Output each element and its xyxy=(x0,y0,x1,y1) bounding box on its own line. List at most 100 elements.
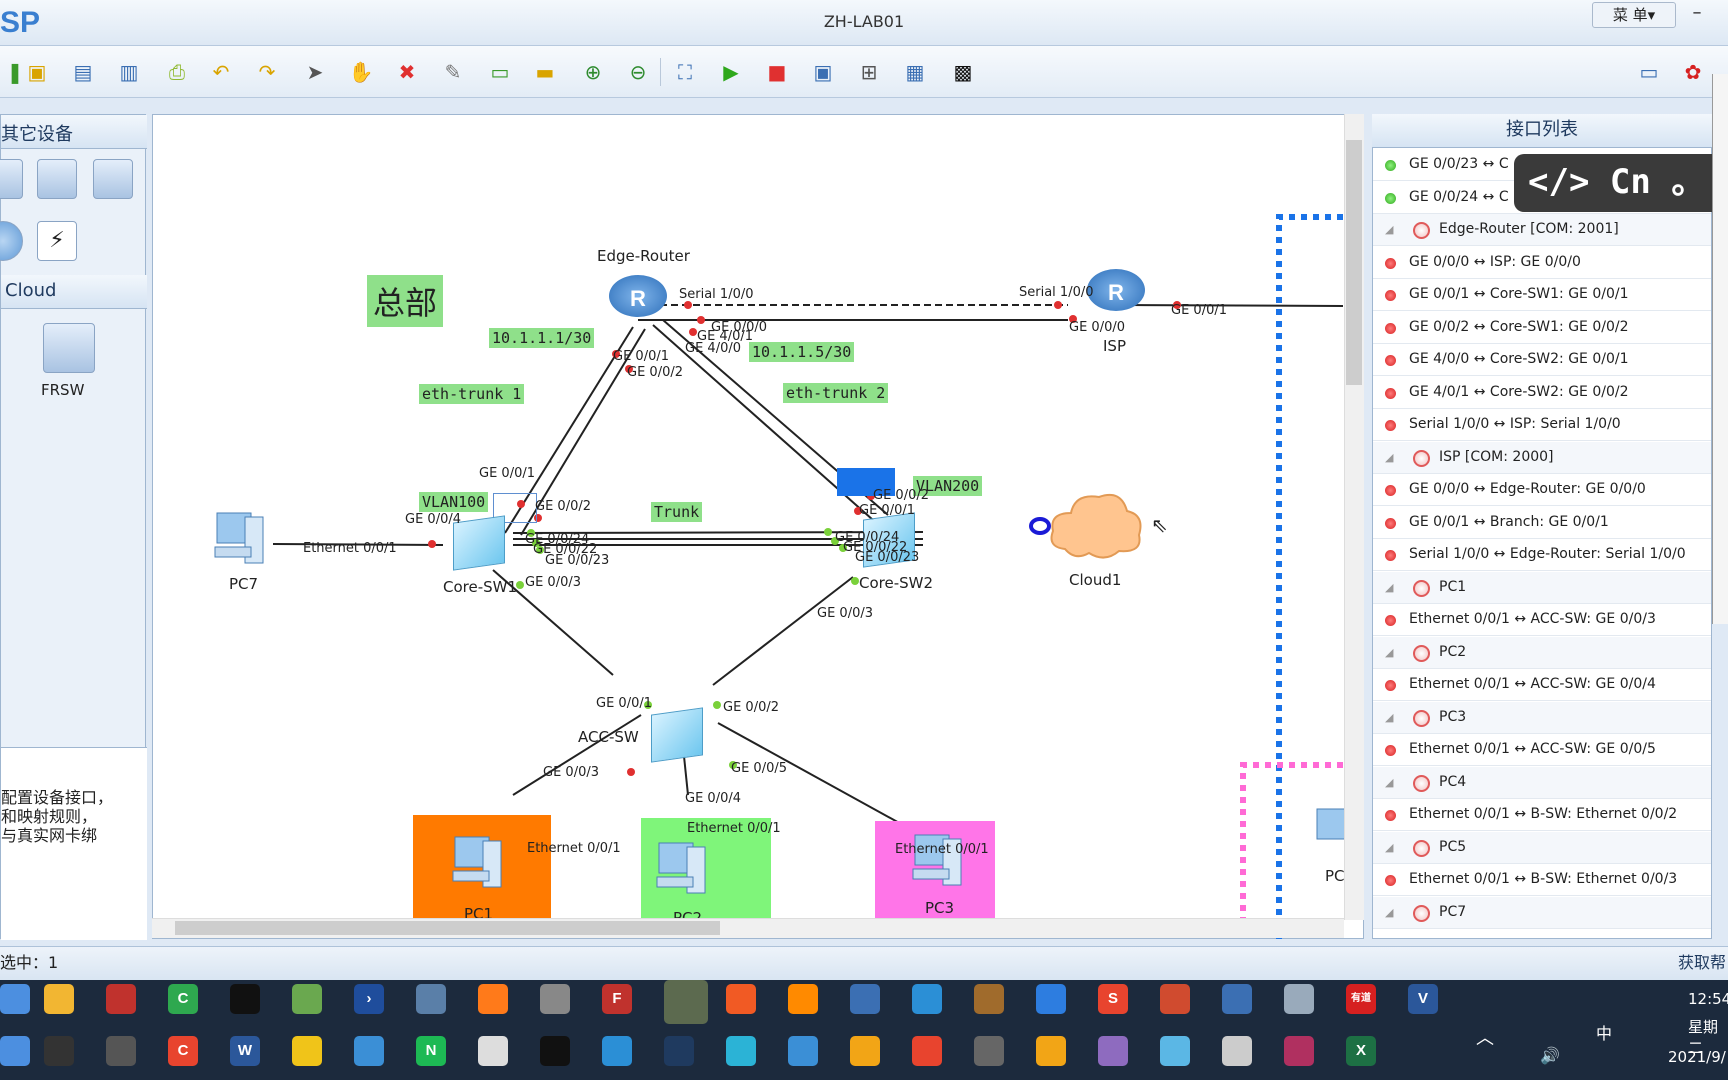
expand-caret-icon[interactable]: ◢ xyxy=(1385,832,1393,863)
redo-icon[interactable]: ↷ xyxy=(252,57,282,87)
taskbar-app-icon[interactable]: N xyxy=(416,1036,446,1066)
chrome-icon[interactable] xyxy=(292,1036,322,1066)
delete-icon[interactable]: ✖ xyxy=(392,57,422,87)
cloud-device-icon[interactable] xyxy=(0,221,23,261)
minimize-button[interactable]: – xyxy=(1680,2,1714,28)
interface-link-row[interactable]: GE 0/0/0 ↔ Edge-Router: GE 0/0/0 xyxy=(1373,474,1711,506)
interface-device-row[interactable]: ◢ PC3 xyxy=(1373,701,1711,734)
word-icon[interactable]: W xyxy=(230,1036,260,1066)
taskbar-app-icon[interactable] xyxy=(1098,1036,1128,1066)
print-icon[interactable]: ⎙ xyxy=(162,57,192,87)
interface-link-row[interactable]: GE 0/0/0 ↔ ISP: GE 0/0/0 xyxy=(1373,247,1711,279)
screenshot-icon[interactable]: ▩ xyxy=(948,57,978,87)
wechat-icon[interactable] xyxy=(664,980,708,1024)
palette-icon[interactable]: ▬ xyxy=(530,57,560,87)
interface-link-row[interactable]: Serial 1/0/0 ↔ ISP: Serial 1/0/0 xyxy=(1373,409,1711,441)
wireless-ap-icon[interactable] xyxy=(37,159,77,199)
firewall-icon[interactable] xyxy=(93,159,133,199)
interface-link-row[interactable]: Serial 1/0/0 ↔ Edge-Router: Serial 1/0/0 xyxy=(1373,539,1711,571)
expand-caret-icon[interactable]: ◢ xyxy=(1385,637,1393,668)
hub-icon[interactable] xyxy=(0,159,23,199)
taskbar-app-icon[interactable] xyxy=(0,1036,30,1066)
taskbar-app-icon[interactable] xyxy=(106,984,136,1014)
cloud-icon[interactable] xyxy=(1045,487,1145,567)
frsw-icon[interactable] xyxy=(43,323,95,373)
pc-icon[interactable] xyxy=(449,833,507,893)
grid-icon[interactable]: ▦ xyxy=(900,57,930,87)
start-icon[interactable]: ▶ xyxy=(716,57,746,87)
taskbar-app-icon[interactable] xyxy=(416,984,446,1014)
pc-icon[interactable] xyxy=(653,839,711,899)
interface-device-row[interactable]: ◢ PC1 xyxy=(1373,571,1711,604)
taskbar-app-icon[interactable] xyxy=(1160,984,1190,1014)
taskbar-app-icon[interactable]: C xyxy=(168,984,198,1014)
netease-music-icon[interactable] xyxy=(912,1036,942,1066)
taskbar-app-icon[interactable] xyxy=(664,1036,694,1066)
interface-link-row[interactable]: Ethernet 0/0/1 ↔ ACC-SW: GE 0/0/5 xyxy=(1373,734,1711,766)
acc-sw-icon[interactable] xyxy=(651,707,703,763)
zoom-in-icon[interactable]: ⊕ xyxy=(578,57,608,87)
vertical-scroll-thumb[interactable] xyxy=(1346,140,1362,385)
taskbar-app-icon[interactable] xyxy=(1222,1036,1252,1066)
pc-icon[interactable] xyxy=(909,831,967,891)
capture-icon[interactable]: ▣ xyxy=(808,57,838,87)
menu-button[interactable]: 菜 单▾ xyxy=(1592,2,1676,28)
taskbar-app-icon[interactable] xyxy=(0,984,30,1014)
expand-caret-icon[interactable]: ◢ xyxy=(1385,897,1393,928)
expand-caret-icon[interactable]: ◢ xyxy=(1385,214,1393,245)
interface-link-row[interactable]: Ethernet 0/0/1 ↔ B-SW: Ethernet 0/0/3 xyxy=(1373,864,1711,896)
expand-caret-icon[interactable]: ◢ xyxy=(1385,702,1393,733)
save-icon[interactable]: ▤ xyxy=(68,57,98,87)
qq-icon[interactable] xyxy=(230,984,260,1014)
interface-link-row[interactable]: GE 0/0/1 ↔ Branch: GE 0/0/1 xyxy=(1373,507,1711,539)
interface-link-row[interactable]: Ethernet 0/0/1 ↔ B-SW: Ethernet 0/0/2 xyxy=(1373,799,1711,831)
taskbar-app-icon[interactable] xyxy=(850,984,880,1014)
lightning-icon[interactable]: ⚡ xyxy=(37,221,77,261)
taskbar-app-icon[interactable] xyxy=(478,1036,508,1066)
huawei-icon[interactable]: ✿ xyxy=(1678,57,1708,87)
lock-icon[interactable] xyxy=(44,1036,74,1066)
interface-link-row[interactable]: GE 4/0/1 ↔ Core-SW2: GE 0/0/2 xyxy=(1373,377,1711,409)
chat-icon[interactable]: ▭ xyxy=(1634,57,1664,87)
taskbar-app-icon[interactable] xyxy=(354,1036,384,1066)
filezilla-icon[interactable]: F xyxy=(602,984,632,1014)
taskbar-app-icon[interactable] xyxy=(974,1036,1004,1066)
interface-device-row[interactable]: ◢ PC4 xyxy=(1373,766,1711,799)
interface-link-row[interactable]: GE 0/0/1 ↔ Core-SW1: GE 0/0/1 xyxy=(1373,279,1711,311)
taskbar-app-icon[interactable] xyxy=(1036,984,1066,1014)
undo-icon[interactable]: ↶ xyxy=(206,57,236,87)
ime-indicator[interactable]: 中 xyxy=(1596,1020,1612,1044)
interface-device-row[interactable]: ◢ ISP [COM: 2000] xyxy=(1373,441,1711,474)
taskbar-app-icon[interactable] xyxy=(602,1036,632,1066)
topology-canvas[interactable]: 总部 10.1.1.1/30 10.1.1.5/30 eth-trunk 1 e… xyxy=(152,114,1364,940)
taskbar-app-icon[interactable] xyxy=(106,1036,136,1066)
taskbar-app-icon[interactable] xyxy=(1284,984,1314,1014)
interface-device-row[interactable]: ◢ PC2 xyxy=(1373,636,1711,669)
interface-link-row[interactable]: Ethernet 0/0/1 ↔ ACC-SW: GE 0/0/4 xyxy=(1373,669,1711,701)
stop-icon[interactable]: ■ xyxy=(762,57,792,87)
fit-icon[interactable]: ⛶ xyxy=(670,57,700,87)
interface-link-row[interactable]: Ethernet 0/0/1 ↔ ACC-SW: GE 0/0/3 xyxy=(1373,604,1711,636)
taskbar-app-icon[interactable]: S xyxy=(1098,984,1128,1014)
pycharm-icon[interactable] xyxy=(540,1036,570,1066)
zoom-out-icon[interactable]: ⊖ xyxy=(623,57,653,87)
edge-router-icon[interactable]: R xyxy=(609,275,667,317)
interface-device-row[interactable]: ◢ PC5 xyxy=(1373,831,1711,864)
taskbar-app-icon[interactable] xyxy=(1160,1036,1190,1066)
expand-caret-icon[interactable]: ◢ xyxy=(1385,572,1393,603)
firefox-icon[interactable] xyxy=(478,984,508,1014)
save-as-icon[interactable]: ▥ xyxy=(114,57,144,87)
interface-link-row[interactable]: GE 4/0/0 ↔ Core-SW2: GE 0/0/1 xyxy=(1373,344,1711,376)
pc-icon[interactable] xyxy=(211,509,269,569)
horizontal-scroll-thumb[interactable] xyxy=(175,921,720,935)
taskbar-app-icon[interactable] xyxy=(726,984,756,1014)
delete-all-icon[interactable]: ✎ xyxy=(438,57,468,87)
help-link[interactable]: 获取帮 xyxy=(1678,947,1726,979)
visio-icon[interactable]: V xyxy=(1408,984,1438,1014)
select-icon[interactable]: ➤ xyxy=(300,57,330,87)
open-icon[interactable]: ▣ xyxy=(22,57,52,87)
wireshark-icon[interactable] xyxy=(912,984,942,1014)
expand-caret-icon[interactable]: ◢ xyxy=(1385,442,1393,473)
explorer-icon[interactable] xyxy=(44,984,74,1014)
pan-icon[interactable]: ✋ xyxy=(346,57,376,87)
